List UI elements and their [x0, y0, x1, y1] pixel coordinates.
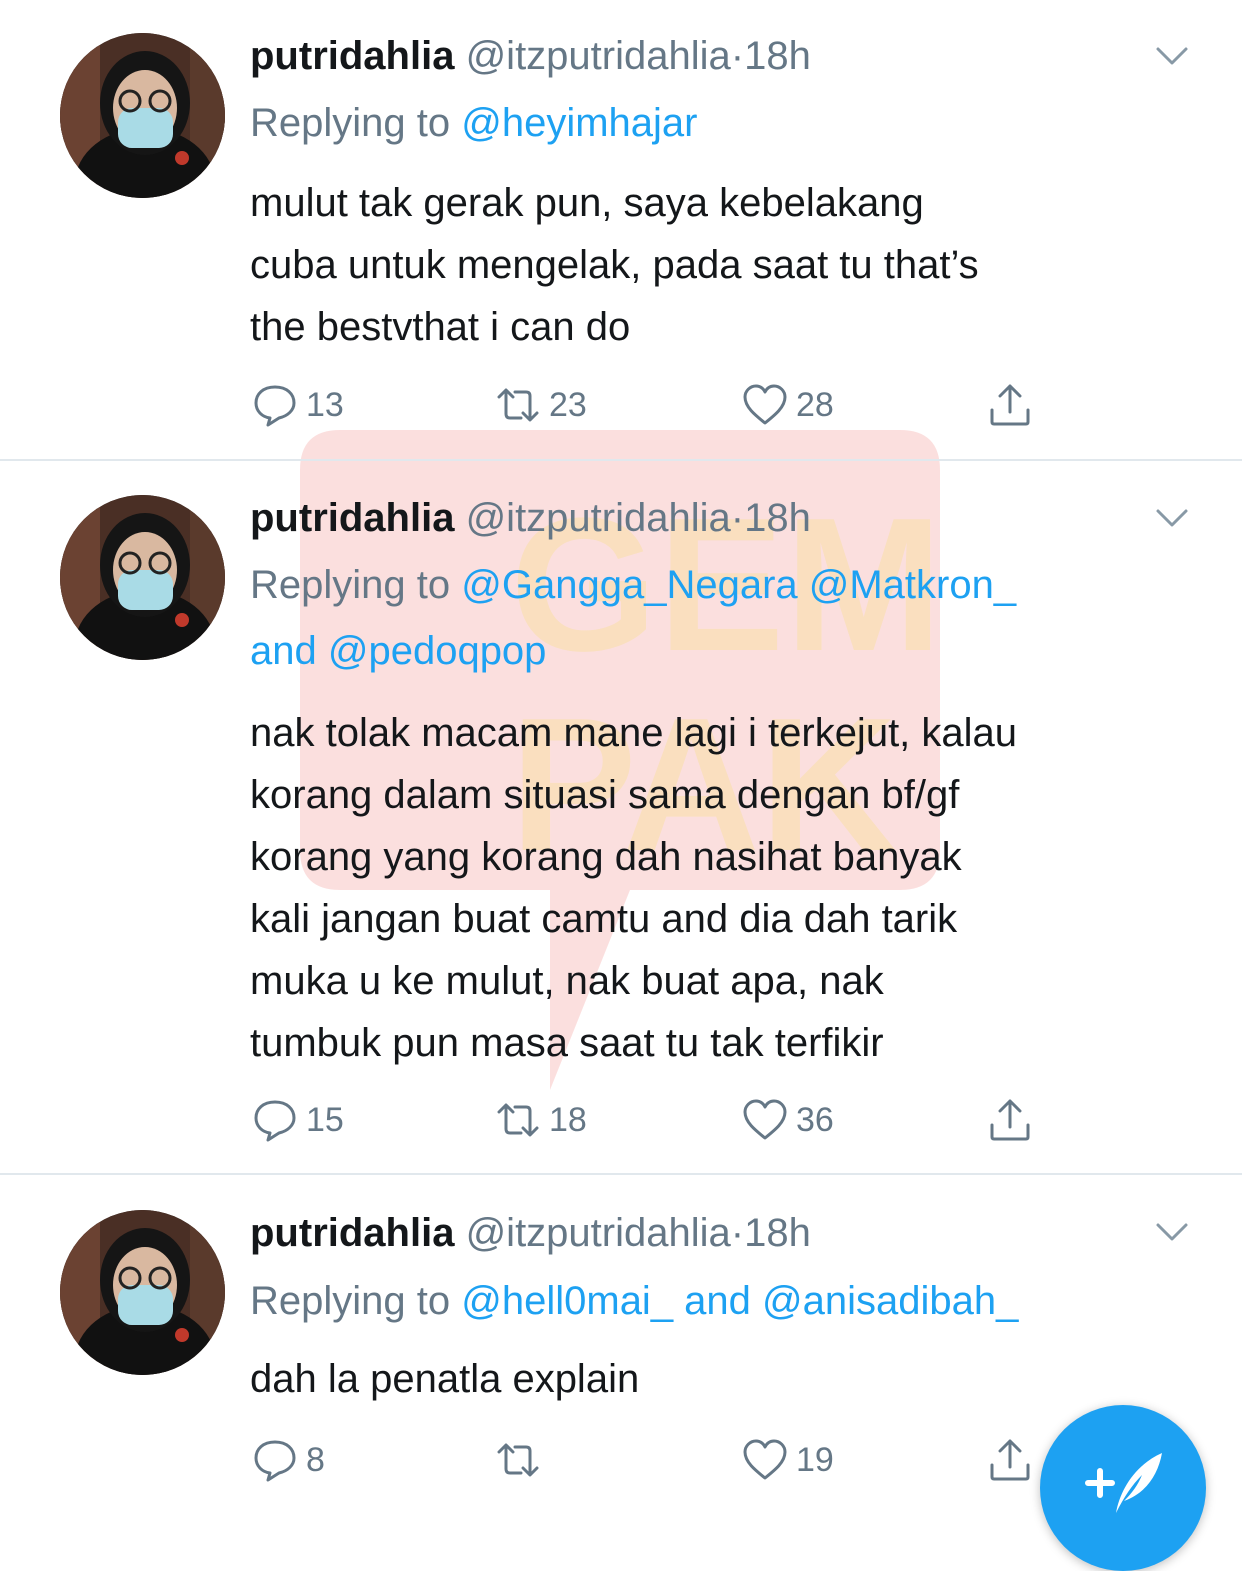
- reply-button[interactable]: 8: [252, 1435, 325, 1485]
- tweet-actions: 15 18 36: [250, 1095, 1050, 1145]
- display-name[interactable]: putridahlia: [250, 34, 454, 78]
- tweet-actions: 13 23 28: [250, 380, 1050, 430]
- replying-to-label: Replying to: [250, 1279, 451, 1323]
- mention-link[interactable]: @heyimhajar: [461, 101, 697, 145]
- separator-dot: ·: [730, 1211, 745, 1255]
- retweet-button[interactable]: 18: [495, 1095, 587, 1145]
- text-line: tumbuk pun masa saat tu tak terfikir: [250, 1021, 884, 1065]
- replying-to-label: Replying to: [250, 563, 451, 607]
- divider: [0, 459, 1242, 461]
- tweet-header: putridahlia @itzputridahlia·18h: [250, 32, 811, 80]
- separator-dot: ·: [730, 496, 745, 540]
- retweet-count: 18: [549, 1100, 587, 1139]
- tweet[interactable]: putridahlia @itzputridahlia·18h Replying…: [0, 462, 1242, 1174]
- text-line: dah la penatla explain: [250, 1357, 640, 1401]
- reply-icon: [254, 385, 296, 427]
- display-name[interactable]: putridahlia: [250, 1211, 454, 1255]
- replying-to: Replying to @Gangga_Negara @Matkron_ and…: [250, 552, 1182, 684]
- tweet-actions: 8 19: [250, 1435, 1050, 1485]
- retweet-button[interactable]: [495, 1435, 549, 1485]
- like-count: 36: [796, 1100, 834, 1139]
- heart-icon: [743, 1099, 787, 1140]
- avatar[interactable]: [60, 33, 225, 198]
- reply-icon: [254, 1440, 296, 1482]
- reply-button[interactable]: 13: [252, 380, 344, 430]
- tweet[interactable]: putridahlia @itzputridahlia·18h Replying…: [0, 0, 1242, 460]
- share-icon: [990, 384, 1030, 426]
- text-line: cuba untuk mengelak, pada saat tu that’s: [250, 243, 979, 287]
- timestamp[interactable]: 18h: [744, 34, 811, 78]
- display-name[interactable]: putridahlia: [250, 496, 454, 540]
- reply-icon: [254, 1100, 296, 1142]
- like-count: 19: [796, 1440, 834, 1479]
- mention-link[interactable]: @Gangga_Negara @Matkron_: [461, 563, 1016, 607]
- text-line: nak tolak macam mane lagi i terkejut, ka…: [250, 711, 1018, 755]
- retweet-icon: [497, 1443, 539, 1477]
- retweet-icon: [497, 1103, 539, 1137]
- like-count: 28: [796, 385, 834, 424]
- retweet-count: 23: [549, 385, 587, 424]
- tweet-header: putridahlia @itzputridahlia·18h: [250, 1209, 811, 1257]
- username[interactable]: @itzputridahlia: [466, 34, 731, 78]
- share-button[interactable]: [987, 1435, 1033, 1485]
- like-button[interactable]: 19: [742, 1435, 834, 1485]
- mention-link[interactable]: @hell0mai_ and @anisadibah_: [461, 1279, 1018, 1323]
- separator-dot: ·: [730, 34, 745, 78]
- share-button[interactable]: [987, 1095, 1033, 1145]
- text-line: korang yang korang dah nasihat banyak: [250, 835, 962, 879]
- like-button[interactable]: 36: [742, 1095, 834, 1145]
- chevron-down-icon[interactable]: [1154, 1214, 1190, 1250]
- divider: [0, 1173, 1242, 1175]
- timestamp[interactable]: 18h: [744, 1211, 811, 1255]
- share-button[interactable]: [987, 380, 1033, 430]
- chevron-down-icon[interactable]: [1154, 500, 1190, 536]
- avatar[interactable]: [60, 1210, 225, 1375]
- reply-count: 15: [306, 1100, 344, 1139]
- tweet-text: mulut tak gerak pun, saya kebelakang cub…: [250, 172, 1192, 358]
- heart-icon: [743, 1439, 787, 1480]
- text-line: kali jangan buat camtu and dia dah tarik: [250, 897, 958, 941]
- reply-button[interactable]: 15: [252, 1095, 344, 1145]
- username[interactable]: @itzputridahlia: [466, 496, 731, 540]
- timestamp[interactable]: 18h: [744, 496, 811, 540]
- replying-to-label: Replying to: [250, 101, 451, 145]
- text-line: muka u ke mulut, nak buat apa, nak: [250, 959, 884, 1003]
- compose-tweet-button[interactable]: [1040, 1405, 1206, 1571]
- like-button[interactable]: 28: [742, 380, 834, 430]
- compose-tweet-icon: [1085, 1453, 1162, 1513]
- mention-link[interactable]: and @pedoqpop: [250, 618, 1182, 684]
- text-line: the bestvthat i can do: [250, 305, 631, 349]
- username[interactable]: @itzputridahlia: [466, 1211, 731, 1255]
- share-icon: [990, 1439, 1030, 1481]
- text-line: korang dalam situasi sama dengan bf/gf: [250, 773, 960, 817]
- retweet-icon: [497, 388, 539, 422]
- chevron-down-icon[interactable]: [1154, 38, 1190, 74]
- retweet-button[interactable]: 23: [495, 380, 587, 430]
- tweet-text: dah la penatla explain: [250, 1348, 1192, 1410]
- reply-count: 13: [306, 385, 344, 424]
- share-icon: [990, 1099, 1030, 1141]
- tweet-text: nak tolak macam mane lagi i terkejut, ka…: [250, 702, 1192, 1074]
- replying-to: Replying to @hell0mai_ and @anisadibah_: [250, 1268, 1182, 1334]
- text-line: mulut tak gerak pun, saya kebelakang: [250, 181, 924, 225]
- replying-to: Replying to @heyimhajar: [250, 90, 1182, 156]
- avatar[interactable]: [60, 495, 225, 660]
- tweet-header: putridahlia @itzputridahlia·18h: [250, 494, 811, 542]
- heart-icon: [743, 384, 787, 425]
- reply-count: 8: [306, 1440, 325, 1479]
